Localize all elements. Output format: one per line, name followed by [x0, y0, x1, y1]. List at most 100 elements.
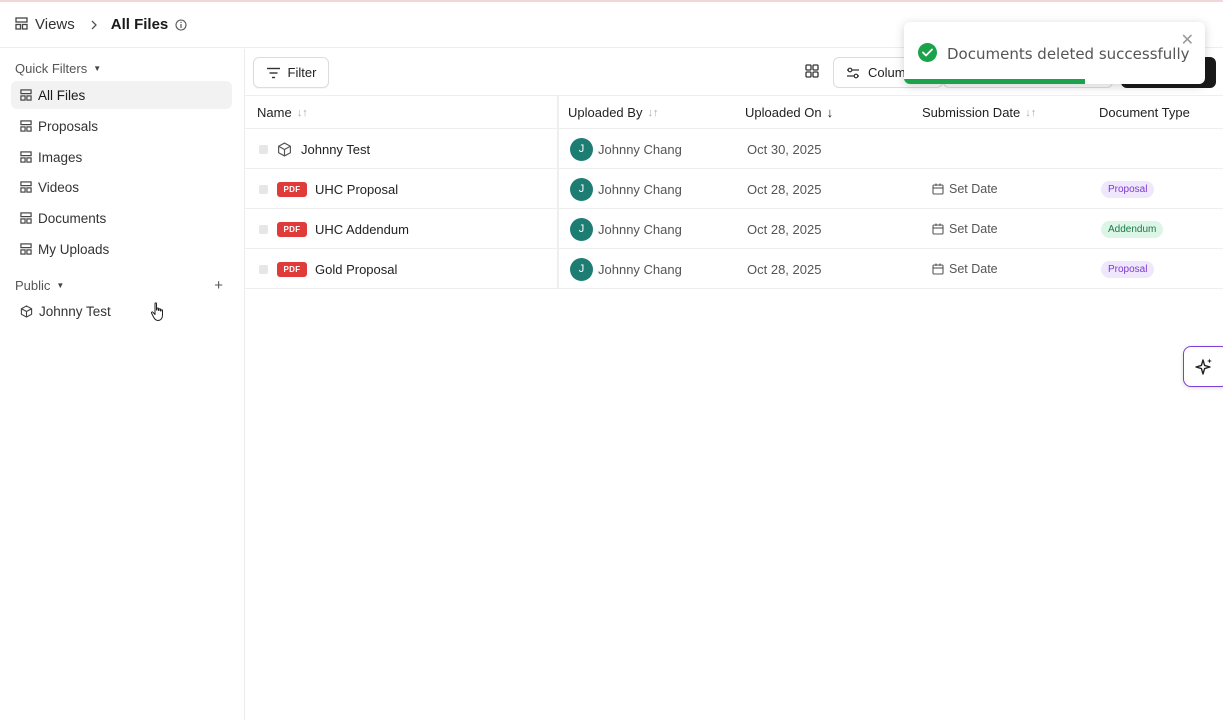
avatar: J	[570, 137, 593, 161]
row-checkbox[interactable]	[259, 184, 268, 194]
column-header-name[interactable]: Name ↓↑	[257, 96, 308, 129]
views-icon	[15, 16, 28, 33]
filter-icon	[266, 67, 280, 78]
uploader-name: Johnny Chang	[598, 221, 682, 237]
doc-type-badge: Proposal	[1101, 260, 1155, 278]
check-circle-icon	[918, 43, 937, 62]
doc-type-badge: Proposal	[1101, 180, 1155, 198]
toast-message: Documents deleted successfully	[947, 45, 1190, 63]
file-name[interactable]: Gold Proposal	[315, 249, 397, 289]
breadcrumb-views[interactable]: Views	[15, 16, 75, 33]
table-row[interactable]: PDF UHC Proposal J Johnny Chang Oct 28, …	[245, 169, 1223, 209]
pdf-badge: PDF	[277, 261, 307, 277]
public-label: Public	[15, 277, 51, 293]
toast-progress-bar	[904, 79, 1085, 84]
table-row[interactable]: Johnny Test J Johnny Chang Oct 30, 2025	[245, 129, 1223, 169]
calendar-icon	[932, 223, 944, 235]
sort-descending-icon: ↓	[826, 105, 834, 120]
sidebar-item-label: Documents	[38, 210, 107, 226]
main-content: Filter Colum Name ↓↑ Uploaded By ↓↑ Uplo…	[245, 49, 1223, 720]
avatar: J	[570, 217, 593, 241]
quick-filters-header[interactable]: Quick Filters ▼	[0, 58, 101, 78]
file-name[interactable]: UHC Addendum	[315, 209, 409, 249]
sidebar-item-proposals[interactable]: Proposals	[11, 112, 232, 140]
set-date-button[interactable]: Set Date	[932, 209, 998, 249]
ai-assistant-button[interactable]	[1183, 346, 1223, 387]
uploader-name: Johnny Chang	[598, 181, 682, 197]
table-header: Name ↓↑ Uploaded By ↓↑ Uploaded On ↓ Sub…	[245, 96, 1223, 129]
success-toast: Documents deleted successfully ✕	[904, 22, 1205, 84]
sidebar-item-label: All Files	[38, 87, 86, 103]
sidebar-item-label: Images	[38, 149, 83, 165]
column-header-label: Document Type	[1099, 105, 1190, 120]
column-header-label: Name	[257, 105, 292, 120]
uploader-name: Johnny Chang	[598, 141, 682, 157]
uploaded-on: Oct 30, 2025	[747, 141, 822, 157]
filter-button[interactable]: Filter	[253, 57, 329, 88]
avatar: J	[570, 177, 593, 201]
view-icon	[20, 120, 32, 132]
cube-icon	[20, 304, 33, 318]
column-header-uploaded-by[interactable]: Uploaded By ↓↑	[568, 96, 658, 129]
columns-label: Colum	[868, 65, 906, 80]
sliders-icon	[847, 67, 859, 78]
sidebar-item-all-files[interactable]: All Files	[11, 81, 232, 109]
uploaded-on: Oct 28, 2025	[747, 261, 822, 277]
pdf-badge: PDF	[277, 181, 307, 197]
quick-filters-label: Quick Filters	[15, 60, 88, 76]
chevron-right-icon	[90, 20, 98, 30]
row-checkbox[interactable]	[259, 264, 268, 274]
sidebar-item-videos[interactable]: Videos	[11, 173, 232, 201]
column-header-label: Uploaded On	[745, 105, 822, 120]
sparkle-icon	[1195, 358, 1212, 375]
sidebar-item-label: My Uploads	[38, 241, 110, 257]
sidebar-item-label: Videos	[38, 179, 80, 195]
page-title: All Files	[110, 16, 169, 33]
file-name[interactable]: Johnny Test	[301, 129, 370, 169]
column-header-document-type[interactable]: Document Type	[1099, 96, 1190, 129]
column-header-uploaded-on[interactable]: Uploaded On ↓	[745, 96, 833, 129]
view-icon	[20, 243, 32, 255]
sidebar-item-my-uploads[interactable]: My Uploads	[11, 235, 232, 263]
view-icon	[20, 89, 32, 101]
table-row[interactable]: PDF Gold Proposal J Johnny Chang Oct 28,…	[245, 249, 1223, 289]
filter-label: Filter	[287, 65, 317, 80]
row-checkbox[interactable]	[259, 144, 268, 154]
file-name[interactable]: UHC Proposal	[315, 169, 398, 209]
grid-view-icon[interactable]	[805, 64, 819, 78]
row-checkbox[interactable]	[259, 224, 268, 234]
caret-down-icon: ▼	[93, 63, 102, 73]
info-icon[interactable]	[175, 18, 187, 31]
public-header[interactable]: Public ▼ +	[0, 275, 245, 295]
breadcrumb-views-label: Views	[35, 16, 75, 33]
sort-icon: ↓↑	[647, 106, 659, 119]
set-date-label: Set Date	[949, 182, 998, 196]
sidebar-item-label: Johnny Test	[39, 303, 111, 319]
calendar-icon	[932, 263, 944, 275]
sidebar-item-johnny-test[interactable]: Johnny Test	[11, 297, 232, 325]
column-header-label: Submission Date	[922, 105, 1021, 120]
set-date-button[interactable]: Set Date	[932, 169, 998, 209]
column-header-submission-date[interactable]: Submission Date ↓↑	[922, 96, 1036, 129]
set-date-label: Set Date	[949, 262, 998, 276]
sort-icon: ↓↑	[296, 106, 308, 119]
doc-type-badge: Addendum	[1101, 220, 1164, 238]
sidebar: Quick Filters ▼ All Files Proposals Imag…	[0, 49, 245, 720]
table-row[interactable]: PDF UHC Addendum J Johnny Chang Oct 28, …	[245, 209, 1223, 249]
hand-cursor-icon	[150, 302, 166, 325]
sidebar-item-images[interactable]: Images	[11, 143, 232, 171]
caret-down-icon: ▼	[56, 280, 65, 290]
cube-icon	[277, 129, 292, 169]
view-icon	[20, 151, 32, 163]
sidebar-item-documents[interactable]: Documents	[11, 204, 232, 232]
add-view-icon[interactable]: +	[214, 277, 223, 294]
uploader-name: Johnny Chang	[598, 261, 682, 277]
view-icon	[20, 181, 32, 193]
set-date-button[interactable]: Set Date	[932, 249, 998, 289]
sort-icon: ↓↑	[1025, 106, 1037, 119]
uploaded-on: Oct 28, 2025	[747, 181, 822, 197]
uploaded-on: Oct 28, 2025	[747, 221, 822, 237]
set-date-label: Set Date	[949, 222, 998, 236]
close-icon[interactable]: ✕	[1181, 30, 1194, 50]
calendar-icon	[932, 183, 944, 195]
